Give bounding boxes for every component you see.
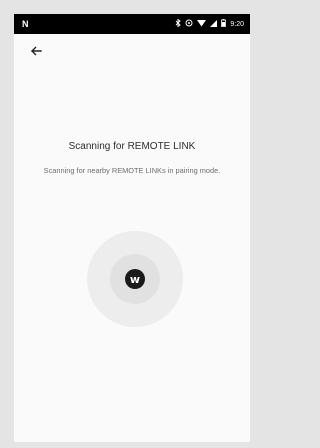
signal-icon [210, 19, 218, 29]
scanning-pulse: w [110, 254, 160, 304]
status-bar: N 9:20 [14, 14, 250, 34]
scanning-indicator: w [87, 231, 183, 327]
wifi-icon [197, 19, 207, 29]
brand-logo-icon: w [125, 269, 145, 289]
page-title: Scanning for REMOTE LINK [68, 141, 196, 152]
nfc-logo: N [22, 19, 29, 29]
status-icons: 9:20 [175, 18, 244, 29]
bluetooth-icon [175, 18, 182, 29]
sync-icon [185, 19, 193, 29]
page-subtitle: Scanning for nearby REMOTE LINKs in pair… [43, 166, 221, 175]
device-screen: N 9:20 Scanning for REMOTE LINK Scanning… [14, 14, 250, 442]
arrow-left-icon [31, 46, 42, 56]
battery-icon [221, 19, 227, 29]
back-button[interactable] [26, 42, 46, 60]
status-time: 9:20 [230, 20, 244, 28]
